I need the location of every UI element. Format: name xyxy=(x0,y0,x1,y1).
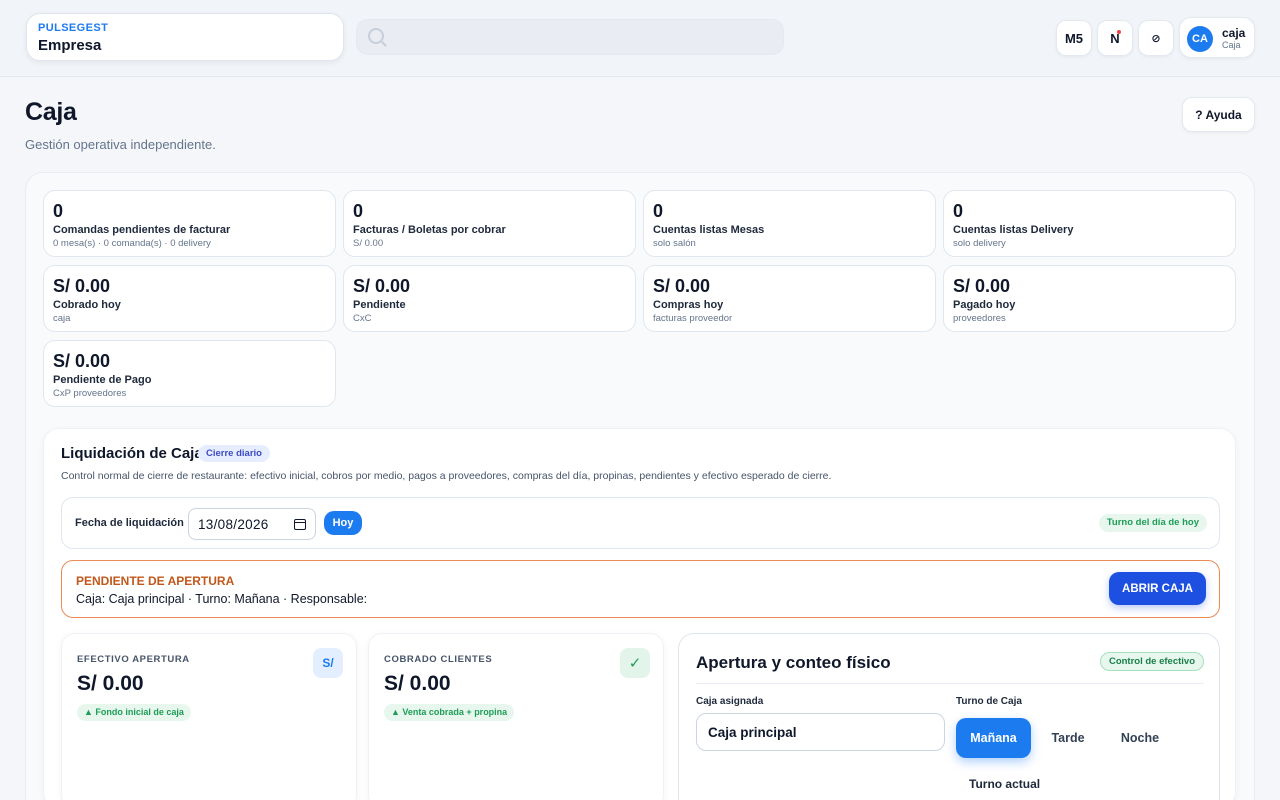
apertura-title: Apertura y conteo físico xyxy=(696,653,891,672)
turno-label: Turno de Caja xyxy=(956,696,1022,707)
liquidacion-description: Control normal de cierre de restaurante:… xyxy=(61,470,832,482)
check-icon: ✓ xyxy=(620,648,650,678)
kpi-subtext: CxC xyxy=(353,313,372,324)
turno-tarde-button[interactable]: Tarde xyxy=(1035,718,1101,758)
search-icon xyxy=(368,28,384,44)
caja-field[interactable]: Caja principal xyxy=(696,713,945,751)
apertura-card: Apertura y conteo físico Control de efec… xyxy=(678,633,1220,800)
calendar-icon[interactable] xyxy=(294,518,306,530)
currency-icon: S/ xyxy=(313,648,343,678)
notification-dot-icon xyxy=(1117,30,1121,34)
stat-label: COBRADO CLIENTES xyxy=(384,654,493,665)
kpi-subtext: caja xyxy=(53,313,71,324)
stat-label: EFECTIVO APERTURA xyxy=(77,654,190,665)
turno-actual-label: Turno actual xyxy=(969,777,1041,791)
kpi-subtext: S/ 0.00 xyxy=(353,238,384,249)
turno-manana-button[interactable]: Mañana xyxy=(956,718,1031,758)
kpi-subtext: facturas proveedor xyxy=(653,313,733,324)
kpi-value: S/ 0.00 xyxy=(53,276,111,296)
search-input[interactable] xyxy=(393,26,773,50)
modules-button[interactable]: M5 xyxy=(1056,20,1092,56)
top-bar: PULSEGEST Empresa M5 N ⊘ CA caja Caja xyxy=(0,0,1280,77)
stat-chip: ▲ Fondo inicial de caja xyxy=(77,704,191,721)
kpi-label: Pendiente xyxy=(353,299,406,311)
page-subtitle: Gestión operativa independiente. xyxy=(25,137,216,152)
date-filter-row: Fecha de liquidación 13/08/2026 Hoy Turn… xyxy=(61,497,1220,549)
kpi-value: S/ 0.00 xyxy=(953,276,1011,296)
kpi-label: Comandas pendientes de facturar xyxy=(53,224,231,236)
settings-button[interactable]: ⊘ xyxy=(1138,20,1174,56)
page-title: Caja xyxy=(25,98,77,126)
date-value: 13/08/2026 xyxy=(198,516,269,532)
pending-title: PENDIENTE DE APERTURA xyxy=(76,574,235,588)
kpi-value: S/ 0.00 xyxy=(353,276,411,296)
kpi-value: 0 xyxy=(953,201,964,221)
stat-card-cobrado: COBRADO CLIENTES S/ 0.00 ▲ Venta cobrada… xyxy=(368,633,664,800)
user-name: caja xyxy=(1222,26,1246,40)
stat-card-efectivo: EFECTIVO APERTURA S/ 0.00 ▲ Fondo inicia… xyxy=(61,633,357,800)
kpi-card: S/ 0.00 Compras hoy facturas proveedor xyxy=(643,265,936,332)
kpi-value: S/ 0.00 xyxy=(653,276,711,296)
liquidacion-title: Liquidación de Caja xyxy=(61,445,203,462)
date-label: Fecha de liquidación xyxy=(75,517,184,529)
shift-status-badge: Turno del día de hoy xyxy=(1098,514,1207,532)
kpi-subtext: solo delivery xyxy=(953,238,1006,249)
kpi-value: 0 xyxy=(653,201,664,221)
pending-detail: Caja: Caja principal · Turno: Mañana · R… xyxy=(76,592,368,606)
kpi-label: Pendiente de Pago xyxy=(53,374,152,386)
stat-value: S/ 0.00 xyxy=(384,672,451,695)
today-button[interactable]: Hoy xyxy=(324,511,362,535)
caja-label: Caja asignada xyxy=(696,696,764,707)
stat-chip: ▲ Venta cobrada + propina xyxy=(384,704,515,721)
kpi-value: 0 xyxy=(353,201,364,221)
kpi-card: S/ 0.00 Pagado hoy proveedores xyxy=(943,265,1236,332)
kpi-card: S/ 0.00 Cobrado hoy caja xyxy=(43,265,336,332)
user-menu[interactable]: CA caja Caja xyxy=(1179,17,1255,58)
kpi-card: 0 Cuentas listas Mesas solo salón xyxy=(643,190,936,257)
user-role: Caja xyxy=(1222,40,1241,50)
kpi-subtext: solo salón xyxy=(653,238,696,249)
company-selector[interactable]: PULSEGEST Empresa xyxy=(26,13,344,61)
kpi-subtext: CxP proveedores xyxy=(53,388,127,399)
pending-opening-alert: PENDIENTE DE APERTURA Caja: Caja princip… xyxy=(61,560,1220,618)
kpi-label: Cuentas listas Delivery xyxy=(953,224,1074,236)
kpi-value: 0 xyxy=(53,201,64,221)
kpi-card: 0 Cuentas listas Delivery solo delivery xyxy=(943,190,1236,257)
kpi-card: 0 Facturas / Boletas por cobrar S/ 0.00 xyxy=(343,190,636,257)
turno-noche-button[interactable]: Noche xyxy=(1105,718,1175,758)
brand-name: PULSEGEST xyxy=(38,22,109,34)
avatar: CA xyxy=(1187,26,1213,52)
kpi-label: Cobrado hoy xyxy=(53,299,121,311)
kpi-label: Pagado hoy xyxy=(953,299,1016,311)
kpi-card: S/ 0.00 Pendiente de Pago CxP proveedore… xyxy=(43,340,336,407)
divider xyxy=(696,683,1204,684)
kpi-value: S/ 0.00 xyxy=(53,351,111,371)
kpi-label: Cuentas listas Mesas xyxy=(653,224,765,236)
kpi-card: 0 Comandas pendientes de facturar 0 mesa… xyxy=(43,190,336,257)
date-input[interactable]: 13/08/2026 xyxy=(188,508,316,540)
open-register-button[interactable]: ABRIR CAJA xyxy=(1109,572,1206,605)
kpi-label: Compras hoy xyxy=(653,299,724,311)
apertura-badge: Control de efectivo xyxy=(1099,652,1204,671)
liquidacion-badge: Cierre diario xyxy=(198,445,270,462)
company-name: Empresa xyxy=(38,37,102,54)
liquidacion-card: Liquidación de Caja Cierre diario Contro… xyxy=(43,428,1236,800)
kpi-card: S/ 0.00 Pendiente CxC xyxy=(343,265,636,332)
kpi-subtext: 0 mesa(s) · 0 comanda(s) · 0 delivery xyxy=(53,238,211,249)
stat-value: S/ 0.00 xyxy=(77,672,144,695)
notifications-button[interactable]: N xyxy=(1097,20,1133,56)
kpi-label: Facturas / Boletas por cobrar xyxy=(353,224,506,236)
kpi-subtext: proveedores xyxy=(953,313,1006,324)
search-bar[interactable] xyxy=(356,19,784,55)
help-button[interactable]: ? Ayuda xyxy=(1182,97,1255,132)
